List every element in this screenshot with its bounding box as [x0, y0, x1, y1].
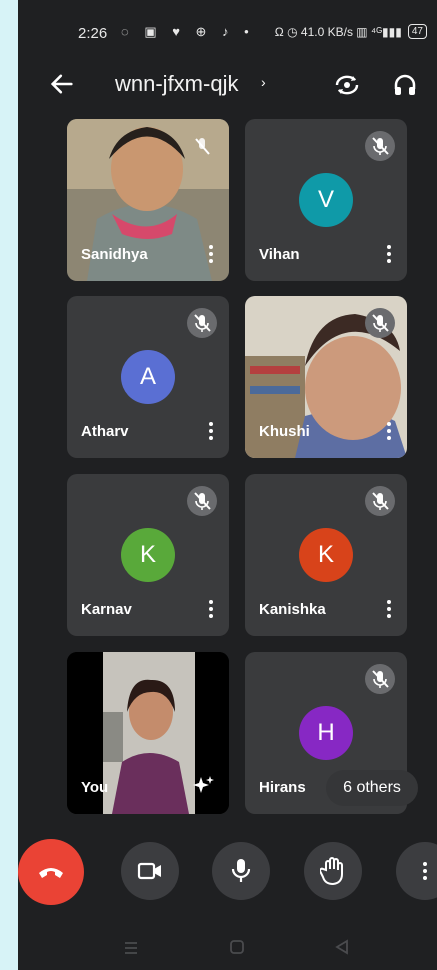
more-options-icon[interactable]	[387, 244, 391, 264]
video-camera-icon	[137, 862, 161, 880]
more-options-icon[interactable]	[387, 599, 391, 619]
participant-name: Karnav	[81, 601, 132, 618]
phone-screen: 2:26 ◌ ▣ ♥ ⊕ ♪ • Ω ◷ 41.0 KB/s ▥ ⁴ᴳ▮▮▮ 4…	[18, 0, 437, 970]
participant-tile[interactable]: A Atharv	[67, 296, 229, 458]
meeting-code[interactable]: wnn-jfxm-qjk	[115, 71, 238, 97]
more-options-icon[interactable]	[209, 421, 213, 441]
camera-button[interactable]	[121, 842, 179, 900]
system-nav-bar	[18, 926, 437, 970]
status-time: 2:26	[78, 25, 108, 42]
microphone-icon	[231, 859, 251, 882]
call-controls	[18, 839, 437, 908]
mic-off-icon	[187, 308, 217, 338]
avatar: A	[121, 350, 175, 404]
mic-off-icon	[365, 308, 395, 338]
participant-tile[interactable]: Khushi	[245, 296, 407, 458]
participant-name: You	[81, 779, 109, 796]
microphone-button[interactable]	[212, 842, 270, 900]
effects-sparkle-icon[interactable]	[193, 774, 215, 796]
avatar: K	[299, 528, 353, 582]
participant-name: Vihan	[259, 246, 300, 263]
hang-up-icon	[39, 868, 63, 878]
mic-off-icon	[365, 664, 395, 694]
status-bar: 2:26 ◌ ▣ ♥ ⊕ ♪ • Ω ◷ 41.0 KB/s ▥ ⁴ᴳ▮▮▮ 4…	[18, 0, 437, 60]
mic-off-icon	[195, 138, 210, 155]
end-call-button[interactable]	[18, 839, 84, 905]
participant-tile[interactable]: K Kanishka	[245, 474, 407, 636]
more-options-button[interactable]	[396, 842, 437, 900]
participant-name: Atharv	[81, 423, 129, 440]
more-options-icon[interactable]	[387, 421, 391, 441]
raise-hand-button[interactable]	[304, 842, 362, 900]
mic-off-icon	[365, 131, 395, 161]
battery-icon: 47	[407, 24, 427, 39]
system-icons: Ω ◷ 41.0 KB/s ▥ ⁴ᴳ▮▮▮ 47	[275, 24, 427, 39]
participant-tile[interactable]: V Vihan	[245, 119, 407, 281]
participant-tile[interactable]: K Karnav	[67, 474, 229, 636]
participant-tile[interactable]: Sanidhya	[67, 119, 229, 281]
meeting-top-bar: wnn-jfxm-qjk ›	[18, 60, 437, 110]
participant-name: Kanishka	[259, 601, 326, 618]
participant-name: Sanidhya	[81, 246, 148, 263]
avatar: K	[121, 528, 175, 582]
switch-camera-icon[interactable]	[333, 72, 361, 98]
back-nav-icon[interactable]	[334, 939, 350, 955]
avatar: V	[299, 173, 353, 227]
others-chip[interactable]: 6 others	[326, 770, 418, 806]
more-options-icon[interactable]	[209, 244, 213, 264]
participant-name: Hirans	[259, 779, 306, 796]
back-arrow-icon[interactable]	[48, 70, 76, 98]
self-view-tile[interactable]: You	[67, 652, 229, 814]
home-icon[interactable]	[229, 939, 245, 955]
mic-off-icon	[365, 486, 395, 516]
network-status: Ω ◷ 41.0 KB/s ▥ ⁴ᴳ▮▮▮	[274, 24, 402, 39]
mic-off-icon	[187, 486, 217, 516]
hand-icon	[320, 857, 343, 886]
recent-apps-icon[interactable]	[123, 940, 139, 956]
avatar: H	[299, 706, 353, 760]
notification-icons: ◌ ▣ ♥ ⊕ ♪ •	[121, 24, 255, 39]
participant-name: Khushi	[259, 423, 310, 440]
more-options-icon[interactable]	[209, 599, 213, 619]
more-vertical-icon	[423, 862, 427, 880]
headphones-icon[interactable]	[392, 72, 418, 98]
caret-right-icon[interactable]: ›	[261, 74, 266, 90]
